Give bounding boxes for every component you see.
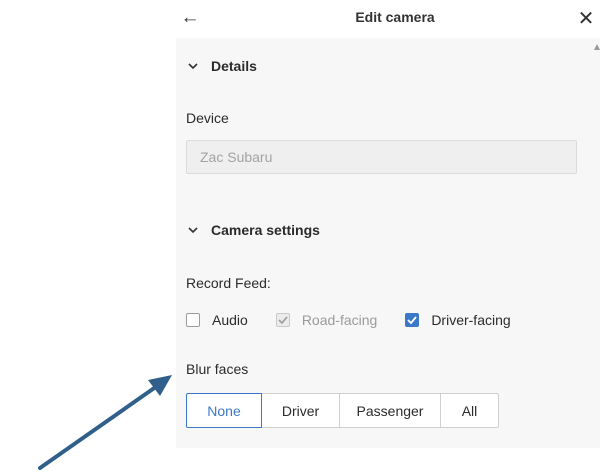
chevron-down-icon (186, 62, 200, 70)
blur-none-button[interactable]: None (186, 393, 262, 428)
checkmark-icon (278, 316, 288, 324)
audio-checkbox-item[interactable]: Audio (186, 312, 248, 328)
blur-faces-label: Blur faces (186, 361, 249, 377)
camera-settings-section-label: Camera settings (211, 222, 320, 238)
road-facing-checkbox (275, 313, 290, 327)
device-input[interactable] (186, 140, 577, 174)
camera-settings-section-toggle[interactable]: Camera settings (186, 222, 320, 238)
checkmark-icon (407, 316, 418, 324)
audio-checkbox-label: Audio (212, 312, 248, 328)
blur-faces-segmented-control: None Driver Passenger All (186, 393, 499, 428)
driver-facing-checkbox[interactable] (405, 313, 420, 327)
scroll-up-icon[interactable] (594, 44, 600, 50)
chevron-down-icon (186, 226, 200, 234)
driver-facing-checkbox-item[interactable]: Driver-facing (405, 312, 511, 328)
panel-title: Edit camera (355, 9, 435, 25)
blur-driver-button[interactable]: Driver (261, 393, 340, 428)
road-facing-checkbox-item: Road-facing (275, 312, 378, 328)
close-icon[interactable]: ✕ (575, 6, 597, 30)
record-feed-options: Audio Road-facing Driver-facing (186, 310, 511, 330)
device-label: Device (186, 110, 229, 126)
record-feed-label: Record Feed: (186, 275, 271, 291)
back-arrow-icon[interactable]: ← (179, 6, 201, 30)
blur-passenger-button[interactable]: Passenger (339, 393, 441, 428)
blur-all-button[interactable]: All (440, 393, 499, 428)
details-section-toggle[interactable]: Details (186, 58, 257, 74)
details-section-label: Details (211, 58, 257, 74)
audio-checkbox[interactable] (186, 313, 200, 327)
road-facing-checkbox-label: Road-facing (301, 312, 378, 328)
driver-facing-checkbox-label: Driver-facing (431, 312, 511, 328)
